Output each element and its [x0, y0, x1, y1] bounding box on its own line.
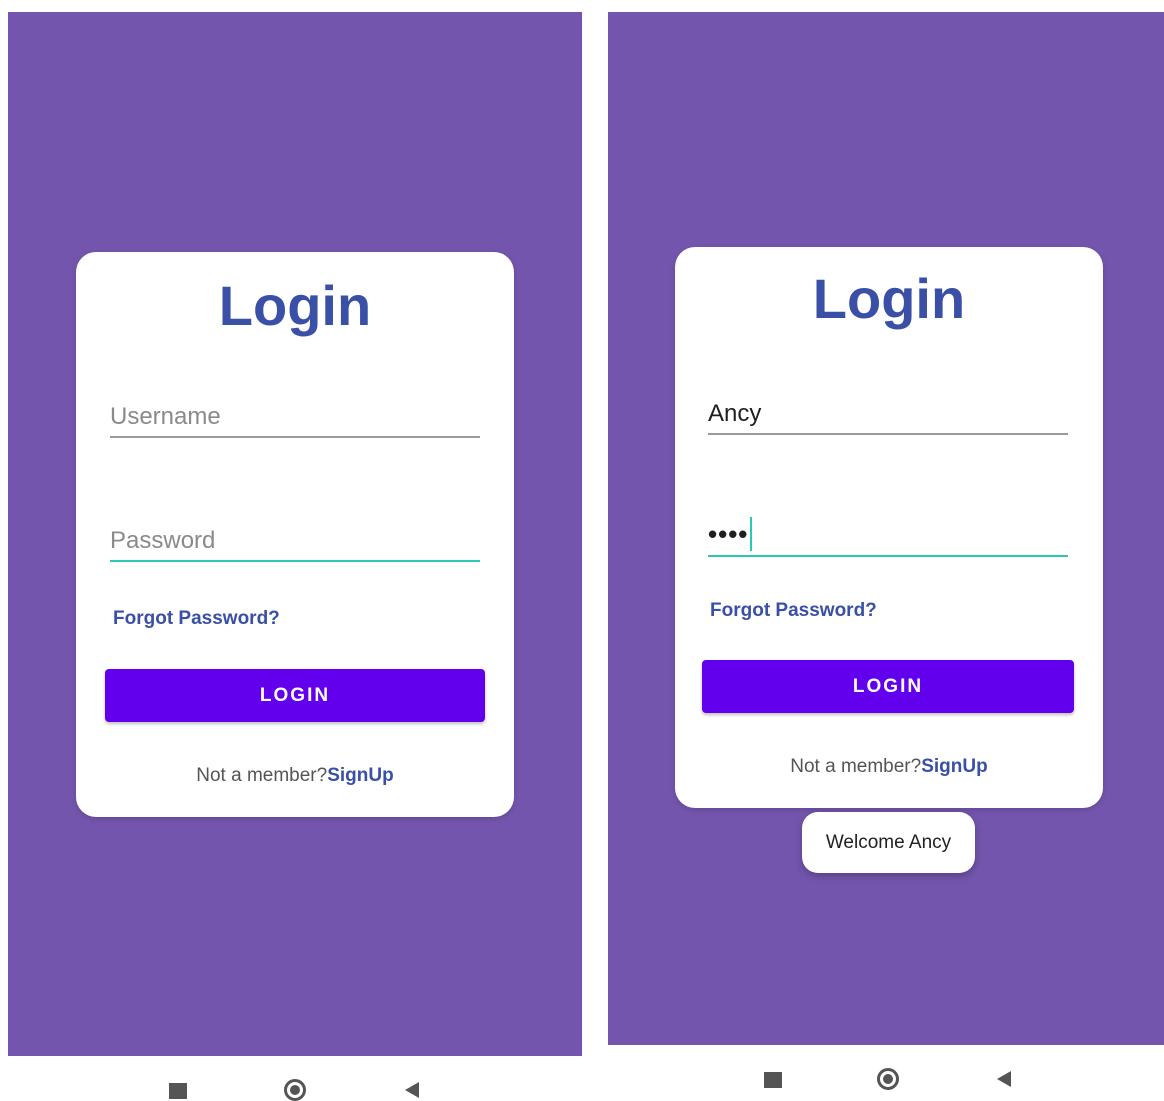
- signup-prompt: Not a member?: [790, 756, 922, 777]
- signup-prompt: Not a member?: [196, 765, 328, 786]
- username-field[interactable]: Username: [110, 400, 480, 438]
- welcome-toast: Welcome Ancy: [802, 812, 975, 873]
- signup-link[interactable]: SignUp: [327, 765, 394, 786]
- page-title: Login: [812, 267, 966, 330]
- login-button[interactable]: LOGIN: [702, 660, 1074, 713]
- signup-link[interactable]: SignUp: [921, 756, 988, 777]
- password-placeholder: Password: [110, 527, 216, 554]
- forgot-password-link[interactable]: Forgot Password?: [710, 599, 877, 623]
- username-value: Ancy: [708, 400, 762, 427]
- text-cursor: [750, 517, 753, 551]
- username-placeholder: Username: [110, 403, 221, 430]
- password-field[interactable]: ••••: [708, 517, 1068, 557]
- navigation-bar: [8, 1056, 582, 1101]
- signup-row: Not a member?SignUp: [675, 755, 1103, 779]
- login-button[interactable]: LOGIN: [105, 669, 485, 722]
- login-card: Login Username Password Forgot Password?…: [76, 252, 514, 817]
- back-icon[interactable]: [997, 1071, 1011, 1087]
- home-icon[interactable]: [877, 1068, 899, 1090]
- recents-icon[interactable]: [169, 1083, 187, 1099]
- home-icon[interactable]: [284, 1079, 306, 1101]
- signup-row: Not a member?SignUp: [76, 764, 514, 788]
- login-screen-filled: Login Ancy •••• Forgot Password? LOGIN N…: [608, 12, 1164, 1045]
- password-value: ••••: [708, 519, 749, 549]
- navigation-bar: [608, 1045, 1164, 1100]
- login-card: Login Ancy •••• Forgot Password? LOGIN N…: [675, 247, 1103, 808]
- forgot-password-link[interactable]: Forgot Password?: [113, 607, 280, 631]
- login-screen-empty: Login Username Password Forgot Password?…: [8, 12, 582, 1056]
- username-field[interactable]: Ancy: [708, 397, 1068, 435]
- page-title: Login: [218, 274, 372, 337]
- password-field[interactable]: Password: [110, 524, 480, 562]
- back-icon[interactable]: [405, 1082, 419, 1098]
- recents-icon[interactable]: [764, 1072, 782, 1088]
- password-text: ••••: [708, 517, 753, 551]
